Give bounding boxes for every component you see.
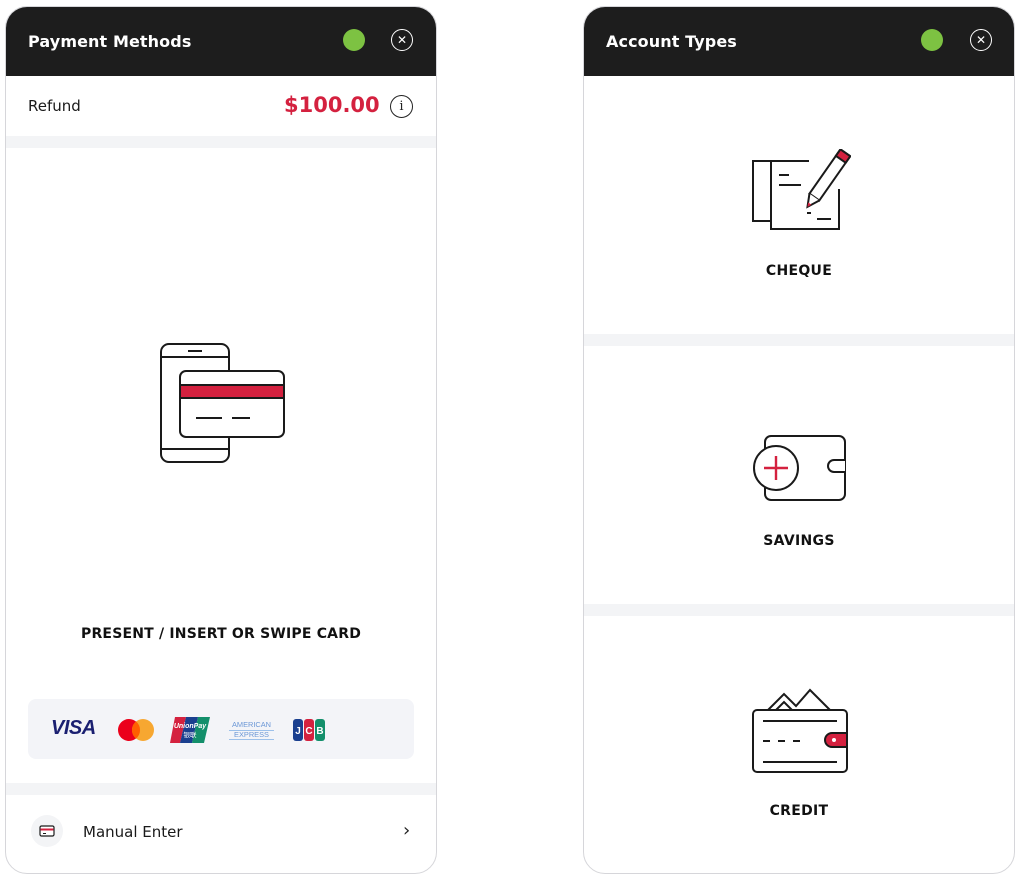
unionpay-logo: UnionPay 银联 <box>170 717 210 743</box>
svg-text:C: C <box>305 726 312 737</box>
header: Payment Methods ✕ <box>6 7 436 76</box>
visa-logo: VISA <box>51 717 96 739</box>
savings-label: SAVINGS <box>763 533 835 549</box>
refund-amount: $100.00 <box>284 93 380 117</box>
payment-methods-screen: Payment Methods ✕ Refund $100.00 i PRESE… <box>5 6 437 874</box>
present-card-label: PRESENT / INSERT OR SWIPE CARD <box>80 626 362 642</box>
info-icon[interactable]: i <box>390 95 413 118</box>
account-option-cheque[interactable]: CHEQUE <box>584 76 1014 334</box>
credit-wallet-icon <box>752 688 848 773</box>
close-button[interactable]: ✕ <box>970 29 992 51</box>
manual-enter-label: Manual Enter <box>83 823 183 841</box>
divider <box>584 334 1014 346</box>
unionpay-text: UnionPay <box>174 723 207 730</box>
card-prompt: PRESENT / INSERT OR SWIPE CARD <box>6 148 436 783</box>
page-title: Account Types <box>606 32 737 51</box>
jcb-logo: J C B <box>293 719 325 741</box>
unionpay-subtext: 银联 <box>184 730 198 739</box>
amex-logo: AMERICAN EXPRESS <box>229 720 274 740</box>
tap-insert-card-icon <box>160 343 285 463</box>
close-button[interactable]: ✕ <box>391 29 413 51</box>
close-icon: ✕ <box>396 33 408 47</box>
accepted-cards: VISA UnionPay 银联 AMERICAN EXPRESS J C B <box>28 699 414 759</box>
page-title: Payment Methods <box>28 32 192 51</box>
chevron-right-icon: › <box>403 820 411 841</box>
account-option-savings[interactable]: SAVINGS <box>584 346 1014 604</box>
divider <box>6 136 436 148</box>
status-indicator <box>921 29 943 51</box>
status-indicator <box>343 29 365 51</box>
refund-label: Refund <box>28 97 81 115</box>
amex-bottom-text: EXPRESS <box>229 730 274 740</box>
refund-row: Refund $100.00 i <box>6 76 436 136</box>
credit-label: CREDIT <box>769 803 829 819</box>
cheque-label: CHEQUE <box>765 263 833 279</box>
close-icon: ✕ <box>975 33 987 47</box>
wallet-plus-icon <box>753 435 846 501</box>
svg-text:J: J <box>295 726 301 737</box>
header: Account Types ✕ <box>584 7 1014 76</box>
account-option-credit[interactable]: CREDIT <box>584 616 1014 873</box>
card-entry-icon <box>31 815 63 847</box>
account-types-screen: Account Types ✕ CHEQUE SAVINGS CREDIT <box>583 6 1015 874</box>
divider <box>584 604 1014 616</box>
cheque-pencil-icon <box>752 149 851 230</box>
manual-enter-row[interactable]: Manual Enter › <box>6 795 436 873</box>
mastercard-logo <box>118 719 154 741</box>
svg-text:B: B <box>316 726 323 737</box>
divider <box>6 783 436 795</box>
